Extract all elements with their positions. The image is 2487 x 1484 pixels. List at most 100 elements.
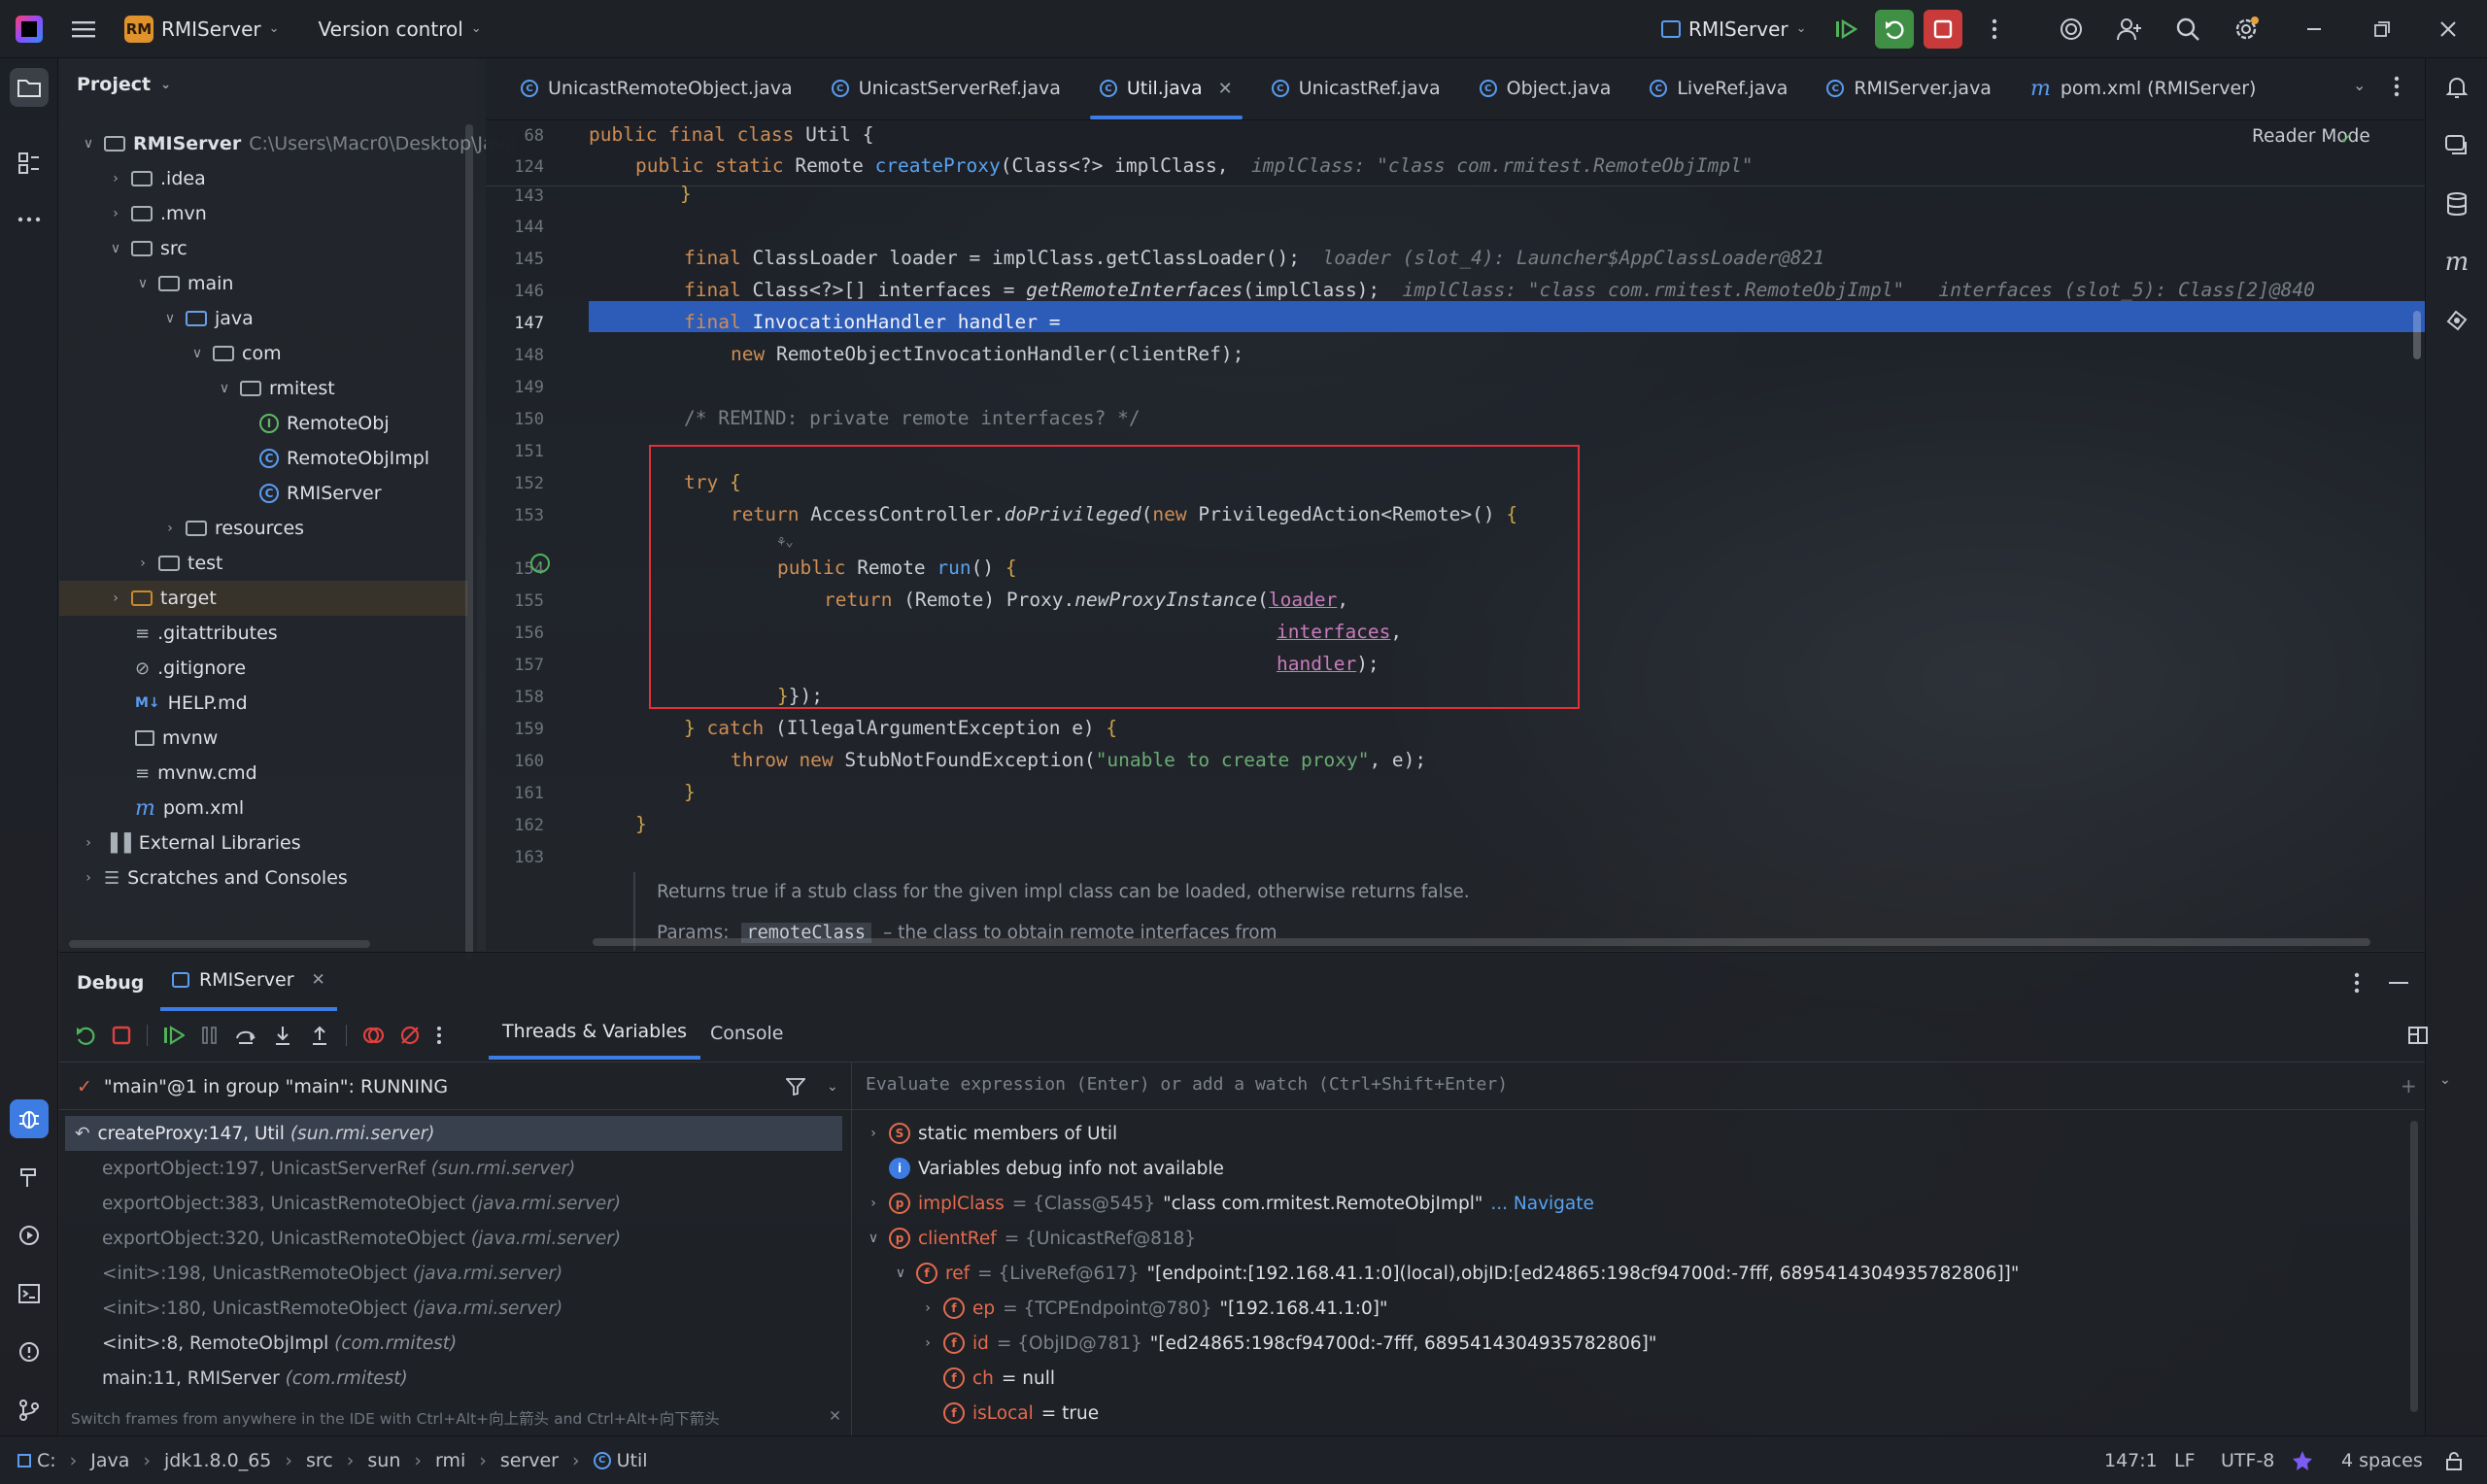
project-folder-icon[interactable]	[10, 68, 49, 107]
more-icon[interactable]	[436, 1026, 442, 1045]
view-breakpoints-icon[interactable]	[362, 1025, 384, 1046]
step-over-icon[interactable]	[235, 1025, 256, 1046]
frame-row[interactable]: exportObject:197, UnicastServerRef (sun.…	[102, 1151, 575, 1186]
debug-session-tab[interactable]: RMIServer ✕	[160, 953, 337, 1011]
tree-item-rmitest[interactable]: ∨ rmitest	[217, 371, 335, 406]
search-icon[interactable]	[2168, 10, 2207, 49]
frame-row[interactable]: <init>:198, UnicastRemoteObject (java.rm…	[102, 1256, 562, 1291]
tab-threads-variables[interactable]: Threads & Variables	[489, 1007, 701, 1060]
breadcrumb-item[interactable]: src	[306, 1450, 333, 1471]
rerun-icon[interactable]	[75, 1025, 96, 1046]
build-hammer-icon[interactable]	[10, 1158, 49, 1197]
variable-ep[interactable]: › f ep = {TCPEndpoint@780} "[192.168.41.…	[920, 1291, 1388, 1326]
tree-item-external-libraries[interactable]: › ▐▐ External Libraries	[81, 826, 300, 860]
resume-icon[interactable]	[1826, 10, 1865, 49]
tab-pomxml[interactable]: m pom.xml (RMIServer)	[2011, 57, 2276, 119]
tabs-dropdown-icon[interactable]: ⌄	[2353, 76, 2366, 94]
settings-gear-icon[interactable]	[2227, 10, 2266, 49]
frame-row[interactable]: exportObject:383, UnicastRemoteObject (j…	[102, 1186, 621, 1221]
tree-item-remoteobj[interactable]: I RemoteObj	[259, 406, 390, 441]
tab-liveref[interactable]: C LiveRef.java	[1630, 57, 1807, 119]
project-selector[interactable]: RM RMIServer ⌄	[124, 15, 280, 43]
variable-clientref[interactable]: ∨ p clientRef = {UnicastRef@818}	[866, 1221, 1196, 1256]
more-tools-icon[interactable]	[10, 200, 49, 239]
tree-item-resources[interactable]: › resources	[162, 511, 304, 546]
ai-status-icon[interactable]	[2291, 1449, 2314, 1472]
editor-vscrollbar[interactable]	[2413, 311, 2421, 359]
frame-row-selected[interactable]: ↶ createProxy:147, Util (sun.rmi.server)	[65, 1116, 842, 1151]
app-logo-icon[interactable]	[16, 15, 43, 43]
line-separator[interactable]: LF	[2174, 1450, 2196, 1471]
close-tab-icon[interactable]: ✕	[312, 970, 325, 990]
ai-chat-icon[interactable]	[2437, 126, 2476, 165]
variable-id[interactable]: › f id = {ObjID@781} "[ed24865:198cf9470…	[920, 1326, 1656, 1361]
tab-object[interactable]: C Object.java	[1460, 57, 1631, 119]
window-minimize-icon[interactable]	[2295, 10, 2334, 49]
debug-more-icon[interactable]	[2354, 972, 2360, 994]
editor-hscrollbar[interactable]	[593, 938, 2370, 946]
tree-item-helpmd[interactable]: M↓ HELP.md	[135, 686, 248, 721]
tree-item-java[interactable]: ∨ java	[162, 301, 254, 336]
step-out-icon[interactable]	[309, 1025, 330, 1046]
indent-setting[interactable]: 4 spaces	[2341, 1450, 2423, 1471]
evaluate-expression-input[interactable]: Evaluate expression (Enter) or add a wat…	[866, 1074, 2362, 1095]
layout-icon[interactable]	[2408, 1027, 2428, 1044]
readonly-lock-icon[interactable]	[2444, 1451, 2464, 1470]
breadcrumb-item[interactable]: C Util	[593, 1450, 648, 1471]
project-hscrollbar[interactable]	[69, 940, 370, 948]
variable-ref[interactable]: ∨ f ref = {LiveRef@617} "[endpoint:[192.…	[893, 1256, 2019, 1291]
project-scrollbar[interactable]	[465, 124, 473, 960]
more-actions-icon[interactable]	[1975, 10, 2014, 49]
frame-row[interactable]: <init>:8, RemoteObjImpl (com.rmitest)	[102, 1326, 457, 1361]
tree-item-mvn[interactable]: › .mvn	[108, 196, 207, 231]
run-services-icon[interactable]	[10, 1216, 49, 1255]
tree-item-pomxml[interactable]: m pom.xml	[135, 791, 244, 826]
tab-rmiserver[interactable]: C RMIServer.java	[1807, 57, 2011, 119]
breadcrumb-item[interactable]: jdk1.8.0_65	[164, 1450, 271, 1471]
tree-item-root[interactable]: ∨ RMIServer C:\Users\Macr0\Desktop\Java	[81, 126, 517, 161]
vcs-selector[interactable]: Version control ⌄	[319, 17, 482, 41]
tab-unicastremoteobject[interactable]: C UnicastRemoteObject.java	[486, 57, 812, 119]
tree-item-mvnw[interactable]: mvnw	[135, 721, 218, 756]
maven-icon[interactable]: m	[2437, 243, 2476, 282]
navigate-link[interactable]: ... Navigate	[1490, 1194, 1594, 1214]
tabs-more-icon[interactable]	[2394, 76, 2400, 97]
tree-item-rmiserver[interactable]: C RMIServer	[259, 476, 382, 511]
tree-item-test[interactable]: › test	[135, 546, 222, 581]
tree-item-scratches[interactable]: › ☰ Scratches and Consoles	[81, 860, 348, 895]
plugin-icon[interactable]	[2437, 301, 2476, 340]
variable-static-members[interactable]: › S static members of Util	[866, 1116, 1117, 1151]
file-encoding[interactable]: UTF-8	[2221, 1450, 2274, 1471]
tab-util[interactable]: C Util.java ✕	[1080, 57, 1252, 119]
tab-unicastserverref[interactable]: C UnicastServerRef.java	[812, 57, 1080, 119]
variables-scrollbar[interactable]	[2410, 1121, 2418, 1412]
frame-row[interactable]: exportObject:320, UnicastRemoteObject (j…	[102, 1221, 621, 1256]
frame-row[interactable]: main:11, RMIServer (com.rmitest)	[102, 1361, 408, 1396]
tree-item-gitattributes[interactable]: ≡ .gitattributes	[135, 616, 278, 651]
structure-icon[interactable]	[10, 144, 49, 183]
git-branch-icon[interactable]	[10, 1391, 49, 1430]
resume-icon[interactable]	[163, 1025, 185, 1046]
thread-selector[interactable]: ✓ "main"@1 in group "main": RUNNING ⌄	[77, 1070, 844, 1103]
tree-item-main[interactable]: ∨ main	[135, 266, 234, 301]
code-editor[interactable]: 68 public final class Util { 124 public …	[486, 120, 2425, 951]
tree-item-gitignore[interactable]: ⊘ .gitignore	[135, 651, 246, 686]
notifications-bell-icon[interactable]	[2437, 68, 2476, 107]
rerun-debug-icon[interactable]	[1875, 10, 1914, 49]
breadcrumb-item[interactable]: rmi	[435, 1450, 465, 1471]
tab-unicastref[interactable]: C UnicastRef.java	[1252, 57, 1460, 119]
close-hint-icon[interactable]: ✕	[829, 1407, 841, 1425]
chevron-down-icon[interactable]: ⌄	[2439, 1072, 2451, 1088]
tree-item-src[interactable]: ∨ src	[108, 231, 187, 266]
step-into-icon[interactable]	[272, 1025, 293, 1046]
tree-item-mvnwcmd[interactable]: ≡ mvnw.cmd	[135, 756, 257, 791]
variable-implclass[interactable]: › p implClass = {Class@545} "class com.r…	[866, 1186, 1594, 1221]
terminal-icon[interactable]	[10, 1274, 49, 1313]
tree-item-target[interactable]: › target	[59, 581, 467, 616]
project-panel-header[interactable]: Project ⌄	[77, 74, 171, 95]
close-tab-icon[interactable]: ✕	[1218, 79, 1233, 99]
window-restore-icon[interactable]	[2363, 10, 2402, 49]
tree-item-idea[interactable]: › .idea	[108, 161, 206, 196]
variable-islocal[interactable]: f isLocal = true	[943, 1396, 1099, 1431]
breadcrumb-item[interactable]: sun	[367, 1450, 400, 1471]
